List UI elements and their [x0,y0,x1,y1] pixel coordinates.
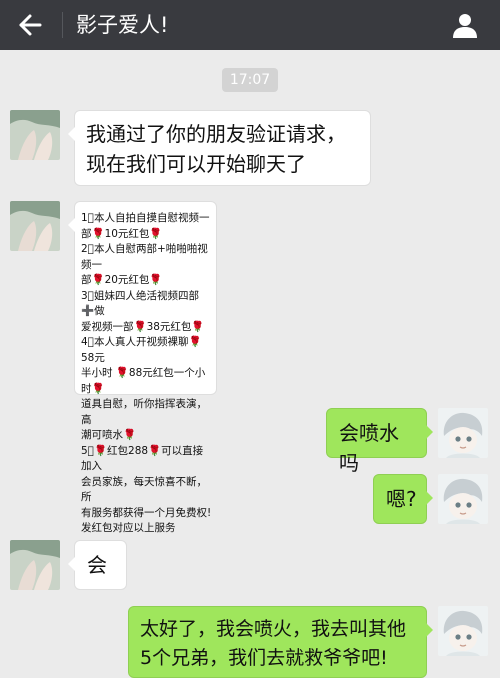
message-bubble-outgoing[interactable]: 太好了，我会喷火，我去叫其他 5个兄弟，我们去就救爷爷吧! [128,606,433,678]
my-avatar[interactable] [438,474,488,524]
message-text: 会喷水吗 [339,421,399,475]
my-avatar[interactable] [438,606,488,656]
message-bubble-incoming[interactable]: 1⃣本人自拍自摸自慰视频一 部🌹10元红包🌹 2⃣本人自慰两部+啪啪啪视频一 部… [68,201,217,534]
message-text: 嗯? [386,487,417,511]
message-bubble-incoming[interactable]: 会 [68,540,127,590]
chat-header: 影子爱人! [0,0,500,50]
my-avatar[interactable] [438,408,488,458]
message-text: 1⃣本人自拍自摸自慰视频一 部🌹10元红包🌹 2⃣本人自慰两部+啪啪啪视频一 部… [81,212,212,534]
bubble-tail [426,425,433,439]
message-text: 我通过了你的朋友验证请求， 现在我们可以开始聊天了 [86,122,346,176]
bubble-tail [68,127,75,141]
contact-avatar[interactable] [10,540,60,590]
chat-title: 影子爱人! [76,13,169,37]
message-bubble-incoming[interactable]: 我通过了你的朋友验证请求， 现在我们可以开始聊天了 [68,110,371,186]
header-divider [62,12,63,38]
message-bubble-outgoing[interactable]: 嗯? [373,474,433,524]
arrow-left-icon[interactable] [16,11,44,39]
user-profile-icon[interactable] [450,10,480,40]
contact-avatar[interactable] [10,110,60,160]
bubble-tail [426,491,433,505]
contact-avatar[interactable] [10,201,60,251]
message-text: 太好了，我会喷火，我去叫其他 5个兄弟，我们去就救爷爷吧! [140,618,407,669]
message-text: 会 [87,553,107,577]
bubble-tail [426,623,433,637]
message-bubble-outgoing[interactable]: 会喷水吗 [326,408,433,475]
bubble-tail [68,218,75,232]
bubble-tail [68,557,75,571]
timestamp-badge: 17:07 [222,68,278,92]
